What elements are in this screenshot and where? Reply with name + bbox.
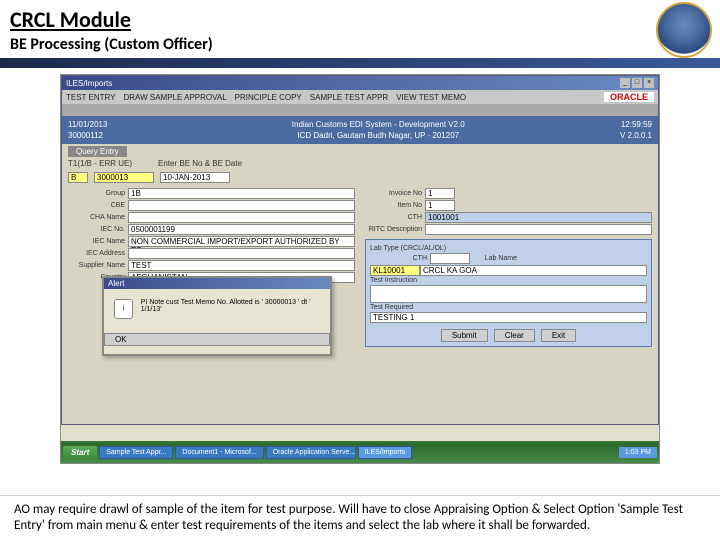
query-field3[interactable]: 10-JAN-2013 bbox=[160, 172, 230, 183]
alert-message: PI Note cust Test Memo No. Allotted is '… bbox=[141, 299, 320, 313]
lbl-testinstr: Test Instruction bbox=[370, 277, 420, 284]
lbl-itemno: Item No bbox=[365, 202, 425, 209]
alert-ok-button[interactable]: OK bbox=[104, 333, 330, 346]
query-field1[interactable]: B bbox=[68, 172, 88, 183]
header-date: 11/01/2013 bbox=[68, 119, 251, 130]
query-section-label: Query Entry bbox=[68, 146, 127, 157]
fld-labname[interactable]: CRCL KA GOA bbox=[420, 265, 647, 276]
fld-testinstr[interactable] bbox=[370, 285, 647, 303]
slide-title: CRCL Module bbox=[0, 0, 720, 35]
lbl-cth: CTH bbox=[365, 214, 425, 221]
header-time: 12:59:59 bbox=[506, 119, 652, 130]
fld-cth[interactable]: 1001001 bbox=[425, 212, 652, 223]
lbl-cth2: CTH bbox=[370, 255, 430, 262]
task-item[interactable]: Sample Test Appr... bbox=[99, 446, 173, 459]
taskbar: Start Sample Test Appr... Document1 - Mi… bbox=[61, 441, 659, 463]
app-screenshot: ILES/Imports _ □ × TEST ENTRY DRAW SAMPL… bbox=[60, 74, 660, 464]
fld-invno[interactable]: 1 bbox=[425, 188, 455, 199]
fld-iecno[interactable]: 0500001199 bbox=[128, 224, 355, 235]
fld-itemno[interactable]: 1 bbox=[425, 200, 455, 211]
slide-subtitle: BE Processing (Custom Officer) bbox=[0, 35, 720, 58]
minimize-icon[interactable]: _ bbox=[620, 78, 630, 88]
close-icon[interactable]: × bbox=[644, 78, 654, 88]
alert-title: Alert bbox=[104, 278, 330, 289]
lbl-labtype: Lab Type (CRCL/AL/OL) bbox=[370, 245, 449, 252]
menu-principle-copy[interactable]: PRINCIPLE COPY bbox=[235, 93, 302, 102]
start-button[interactable]: Start bbox=[63, 446, 97, 459]
toolbar bbox=[62, 104, 658, 116]
fld-chaname[interactable] bbox=[128, 212, 355, 223]
fld-supplier[interactable]: TEST bbox=[128, 260, 355, 271]
menu-draw-sample[interactable]: DRAW SAMPLE APPROVAL bbox=[124, 93, 227, 102]
fld-cth2[interactable] bbox=[430, 253, 470, 264]
system-tray[interactable]: 1:03 PM bbox=[619, 447, 657, 458]
task-item-active[interactable]: ILES/Imports bbox=[358, 446, 412, 459]
header-version: V 2.0.0.1 bbox=[506, 130, 652, 141]
customs-emblem-icon bbox=[656, 2, 712, 58]
menu-sample-test-appr[interactable]: SAMPLE TEST APPR bbox=[310, 93, 388, 102]
oracle-logo: ORACLE bbox=[604, 92, 654, 102]
info-icon: i bbox=[114, 299, 133, 319]
titlebar: ILES/Imports _ □ × bbox=[62, 76, 658, 90]
menu-view-test-memo[interactable]: VIEW TEST MEMO bbox=[396, 93, 466, 102]
fld-iecname[interactable]: NON COMMERCIAL IMPORT/EXPORT AUTHORIZED … bbox=[128, 236, 355, 247]
lab-box: Lab Type (CRCL/AL/OL) CTH Lab Name KL100… bbox=[365, 239, 652, 347]
header-panel: 11/01/2013 30000112 Indian Customs EDI S… bbox=[62, 116, 658, 144]
query-field2[interactable]: 3000013 bbox=[94, 172, 154, 183]
window-title: ILES/Imports bbox=[66, 79, 112, 88]
header-userid: 30000112 bbox=[68, 130, 251, 141]
lbl-supplier: Supplier Name bbox=[68, 262, 128, 269]
lbl-cbe: CBE bbox=[68, 202, 128, 209]
footer-note: AO may require drawl of sample of the it… bbox=[0, 495, 720, 540]
lbl-labname: Lab Name bbox=[470, 255, 520, 262]
header-location: ICD Dadri, Gautam Budh Nagar, UP - 20120… bbox=[251, 130, 507, 141]
header-sysname: Indian Customs EDI System - Development … bbox=[251, 119, 507, 130]
exit-button[interactable]: Exit bbox=[541, 329, 576, 342]
query-label2: Enter BE No & BE Date bbox=[158, 159, 242, 168]
right-column: Invoice No1 Item No1 CTH1001001 RITC Des… bbox=[365, 187, 652, 347]
maximize-icon[interactable]: □ bbox=[632, 78, 642, 88]
lbl-invno: Invoice No bbox=[365, 190, 425, 197]
app-window: ILES/Imports _ □ × TEST ENTRY DRAW SAMPL… bbox=[61, 75, 659, 425]
menu-test-entry[interactable]: TEST ENTRY bbox=[66, 93, 116, 102]
task-item[interactable]: Oracle Application Serve... bbox=[266, 446, 356, 459]
query-row: T1(1/B - ERR UE) Enter BE No & BE Date bbox=[62, 157, 658, 170]
fld-ritc[interactable] bbox=[425, 224, 652, 235]
lbl-group: Group bbox=[68, 190, 128, 197]
lbl-ritc: RITC Description bbox=[365, 226, 425, 233]
fld-group[interactable]: 1B bbox=[128, 188, 355, 199]
fld-cbe[interactable] bbox=[128, 200, 355, 211]
alert-dialog: Alert i PI Note cust Test Memo No. Allot… bbox=[102, 276, 332, 356]
task-item[interactable]: Document1 - Microsof... bbox=[175, 446, 263, 459]
menubar: TEST ENTRY DRAW SAMPLE APPROVAL PRINCIPL… bbox=[62, 90, 658, 104]
divider-bar bbox=[0, 58, 720, 68]
submit-button[interactable]: Submit bbox=[441, 329, 488, 342]
clear-button[interactable]: Clear bbox=[494, 329, 535, 342]
lbl-iecname: IEC Name bbox=[68, 238, 128, 245]
lbl-testreq: Test Required bbox=[370, 304, 416, 311]
fld-testreq[interactable]: TESTING 1 bbox=[370, 312, 647, 323]
query-label1: T1(1/B - ERR UE) bbox=[68, 159, 132, 168]
lbl-chaname: CHA Name bbox=[68, 214, 128, 221]
lbl-iecaddr: IEC Address bbox=[68, 250, 128, 257]
lbl-iecno: IEC No. bbox=[68, 226, 128, 233]
fld-labcode[interactable]: KL10001 bbox=[370, 265, 420, 276]
fld-iecaddr[interactable] bbox=[128, 248, 355, 259]
